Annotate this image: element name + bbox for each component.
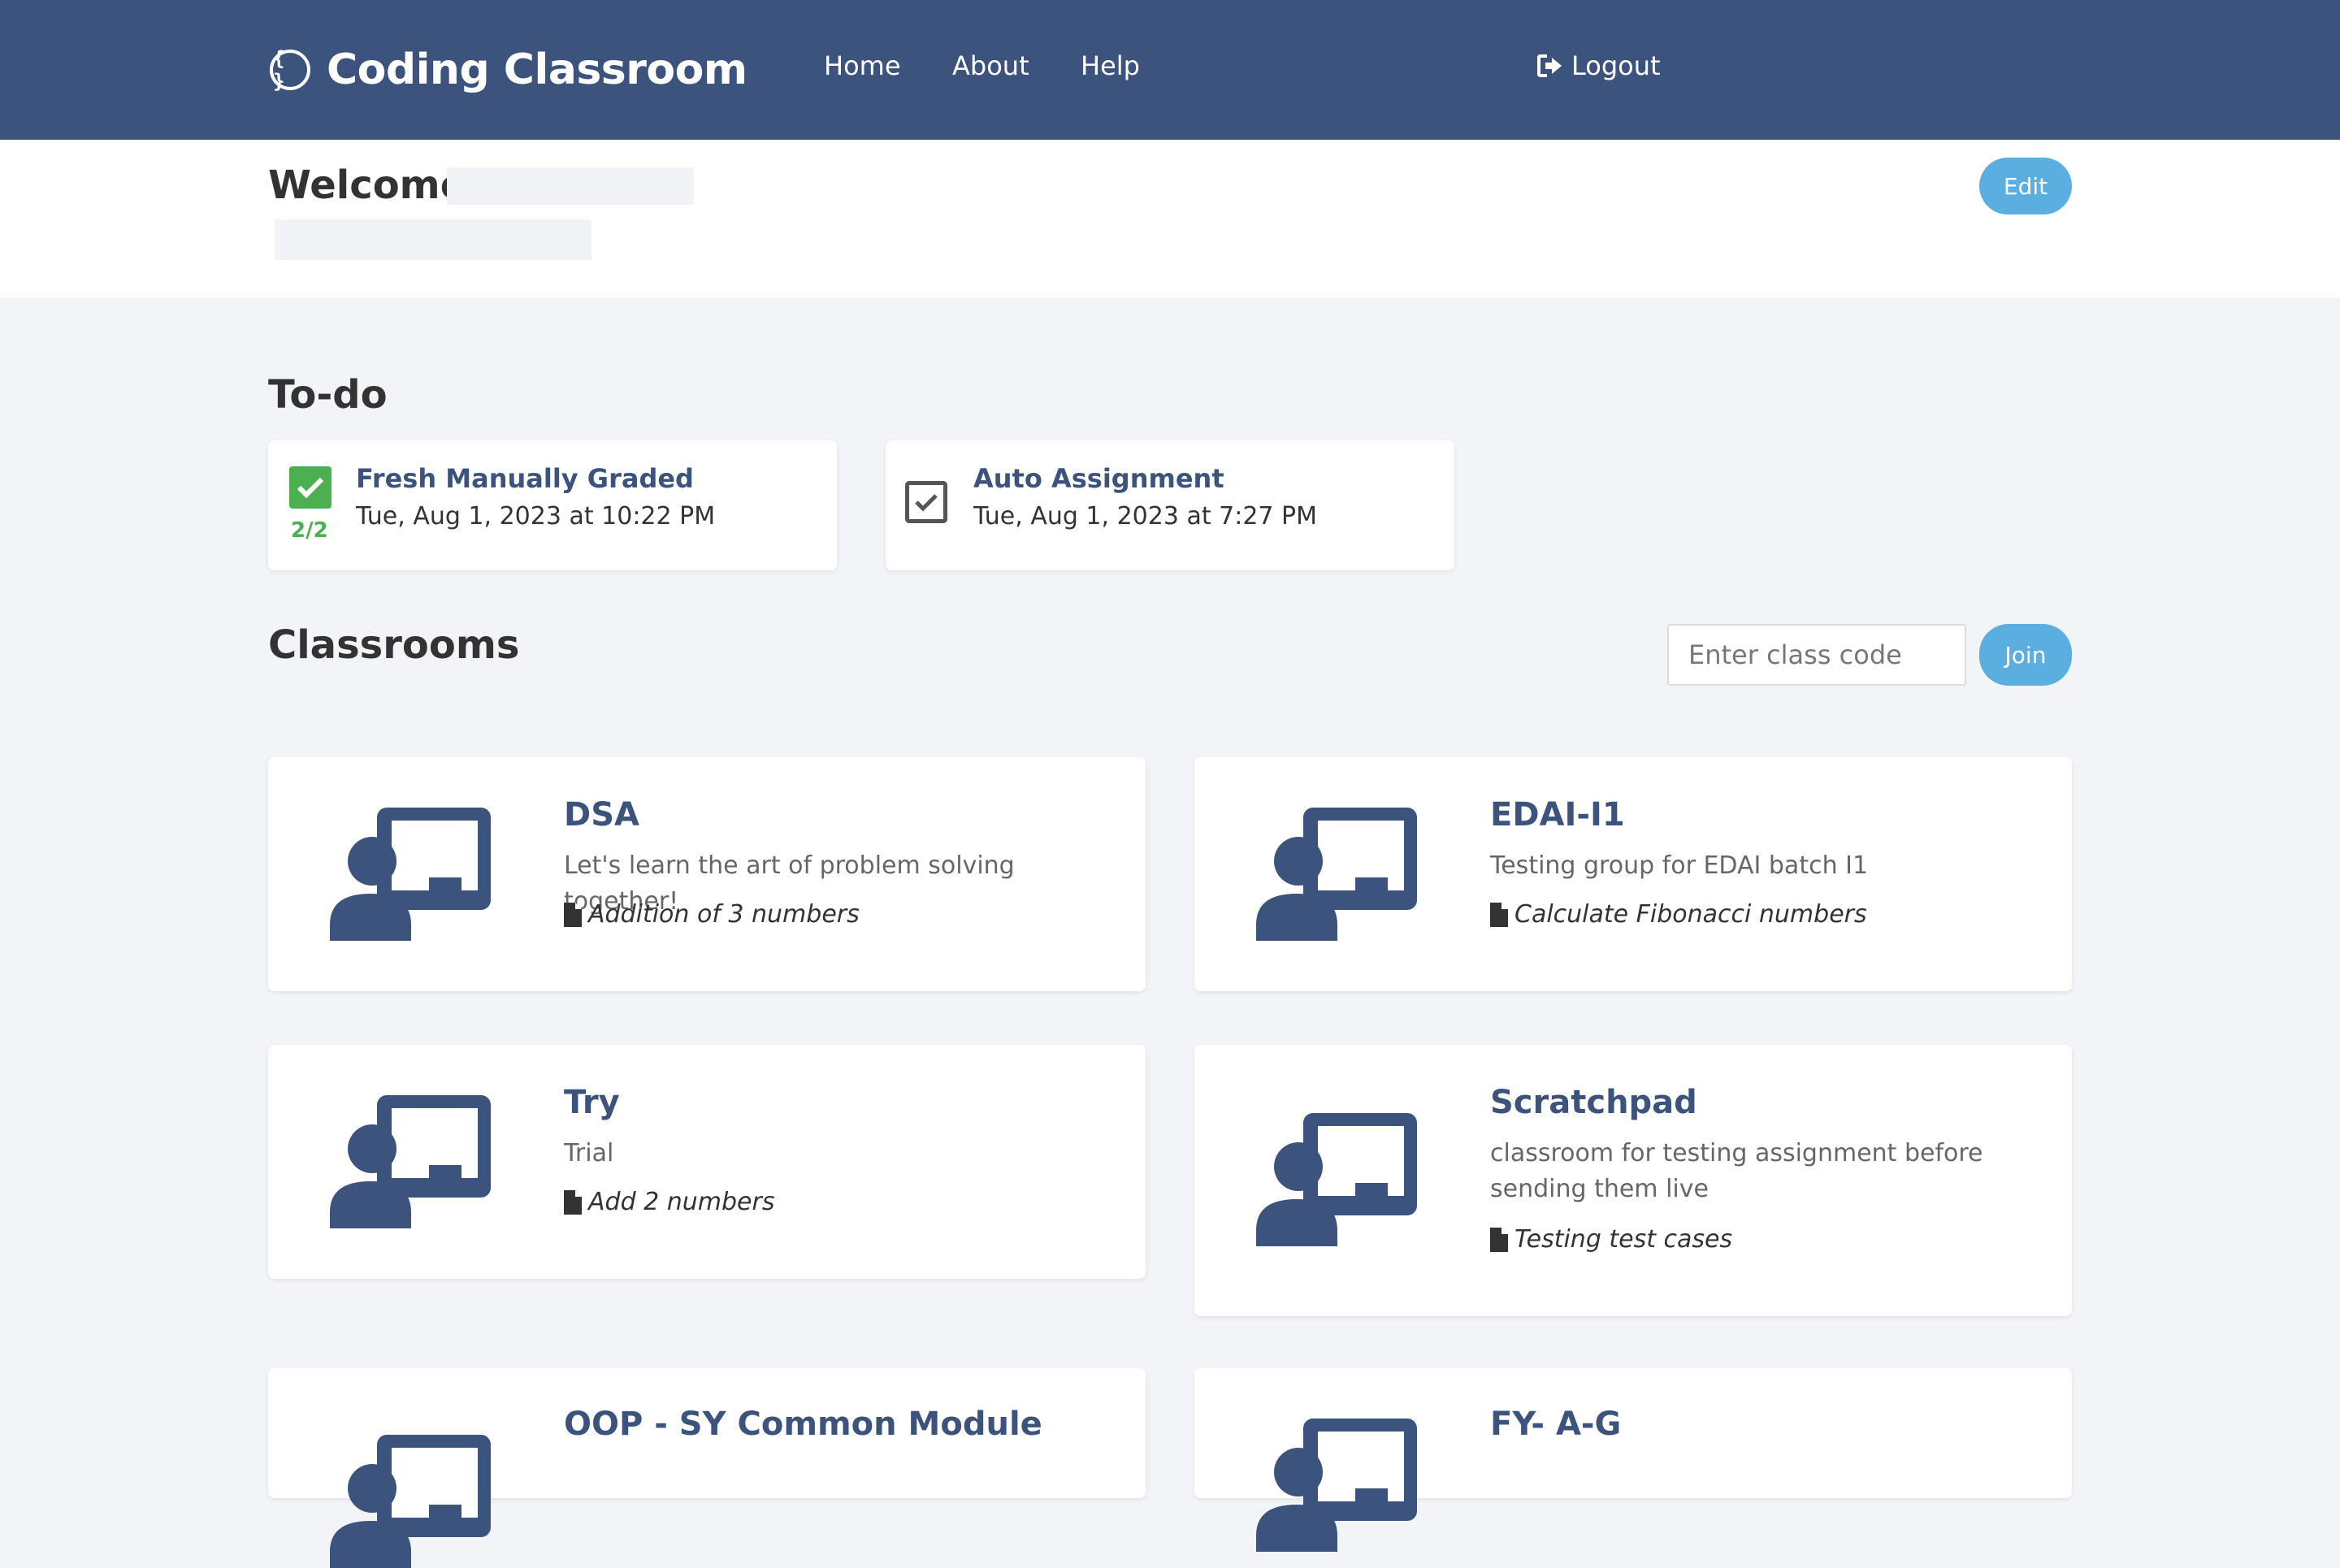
join-class-button[interactable]: Join bbox=[1979, 624, 2072, 686]
classroom-name[interactable]: DSA bbox=[564, 796, 639, 834]
todo-date: Tue, Aug 1, 2023 at 10:22 PM bbox=[356, 502, 716, 531]
chalkboard-teacher-icon bbox=[1256, 1113, 1417, 1246]
file-icon bbox=[564, 902, 582, 927]
assignment-title: Add 2 numbers bbox=[588, 1188, 775, 1216]
chalkboard-teacher-icon bbox=[1256, 1419, 1417, 1552]
classroom-card[interactable]: OOP - SY Common Module bbox=[268, 1368, 1146, 1568]
redacted-username bbox=[447, 167, 694, 205]
assignment-title: Calculate Fibonacci numbers bbox=[1514, 900, 1867, 929]
classroom-name[interactable]: FY- A-G bbox=[1490, 1406, 1621, 1443]
classroom-card[interactable]: Try Trial Add 2 numbers bbox=[268, 1045, 1146, 1279]
classroom-assignment[interactable]: Calculate Fibonacci numbers bbox=[1490, 900, 1867, 929]
classroom-description: classroom for testing assignment before … bbox=[1490, 1139, 1983, 1203]
class-code-input[interactable] bbox=[1667, 624, 1966, 686]
file-icon bbox=[564, 1189, 582, 1215]
todo-score: 2/2 bbox=[291, 518, 328, 543]
classroom-description: Testing group for EDAI batch I1 bbox=[1490, 851, 1869, 880]
check-square-outline-icon bbox=[905, 481, 947, 523]
sign-out-icon bbox=[1537, 54, 1562, 77]
welcome-bar: Welcome, Edit bbox=[0, 140, 2340, 297]
redacted-email bbox=[275, 219, 592, 260]
classroom-name[interactable]: EDAI-I1 bbox=[1490, 796, 1625, 834]
navbar: { } Coding Classroom Home About Help Log… bbox=[0, 0, 2340, 140]
file-icon bbox=[1490, 1227, 1508, 1252]
classroom-description: Trial bbox=[564, 1139, 614, 1167]
nav-home-link[interactable]: Home bbox=[824, 50, 901, 81]
classroom-name[interactable]: Try bbox=[564, 1084, 620, 1121]
logout-label: Logout bbox=[1571, 50, 1661, 81]
classroom-card[interactable]: FY- A-G bbox=[1194, 1368, 2072, 1552]
assignment-title: Addition of 3 numbers bbox=[588, 900, 860, 929]
todo-date: Tue, Aug 1, 2023 at 7:27 PM bbox=[973, 502, 1318, 531]
todo-item[interactable]: 2/2 Fresh Manually Graded Tue, Aug 1, 20… bbox=[268, 440, 837, 570]
classroom-assignment[interactable]: Testing test cases bbox=[1490, 1225, 1732, 1254]
chalkboard-teacher-icon bbox=[330, 808, 491, 941]
classroom-card[interactable]: DSA Let's learn the art of problem solvi… bbox=[268, 757, 1146, 991]
file-icon bbox=[1490, 902, 1508, 927]
assignment-title: Testing test cases bbox=[1514, 1225, 1733, 1254]
classroom-assignment[interactable]: Add 2 numbers bbox=[564, 1188, 774, 1216]
chalkboard-teacher-icon bbox=[330, 1435, 491, 1568]
classroom-name[interactable]: OOP - SY Common Module bbox=[564, 1406, 1042, 1443]
classrooms-heading: Classrooms bbox=[268, 622, 520, 668]
nav-about-link[interactable]: About bbox=[952, 50, 1029, 81]
todo-title[interactable]: Auto Assignment bbox=[973, 463, 1224, 494]
brand-title: Coding Classroom bbox=[327, 45, 748, 94]
brand[interactable]: { } Coding Classroom bbox=[270, 41, 748, 99]
todo-title[interactable]: Fresh Manually Graded bbox=[356, 463, 694, 494]
classroom-card[interactable]: Scratchpad classroom for testing assignm… bbox=[1194, 1045, 2072, 1316]
chalkboard-teacher-icon bbox=[330, 1095, 491, 1228]
chalkboard-teacher-icon bbox=[1256, 808, 1417, 941]
todo-heading: To-do bbox=[268, 372, 388, 418]
nav-help-link[interactable]: Help bbox=[1081, 50, 1140, 81]
check-square-icon bbox=[289, 466, 332, 509]
edit-profile-button[interactable]: Edit bbox=[1979, 158, 2072, 214]
todo-item[interactable]: Auto Assignment Tue, Aug 1, 2023 at 7:27… bbox=[886, 440, 1454, 570]
classroom-name[interactable]: Scratchpad bbox=[1490, 1084, 1697, 1121]
classroom-assignment[interactable]: Addition of 3 numbers bbox=[564, 900, 860, 929]
braces-icon: { } bbox=[270, 47, 310, 93]
classroom-card[interactable]: EDAI-I1 Testing group for EDAI batch I1 … bbox=[1194, 757, 2072, 991]
logout-button[interactable]: Logout bbox=[1537, 50, 1661, 81]
